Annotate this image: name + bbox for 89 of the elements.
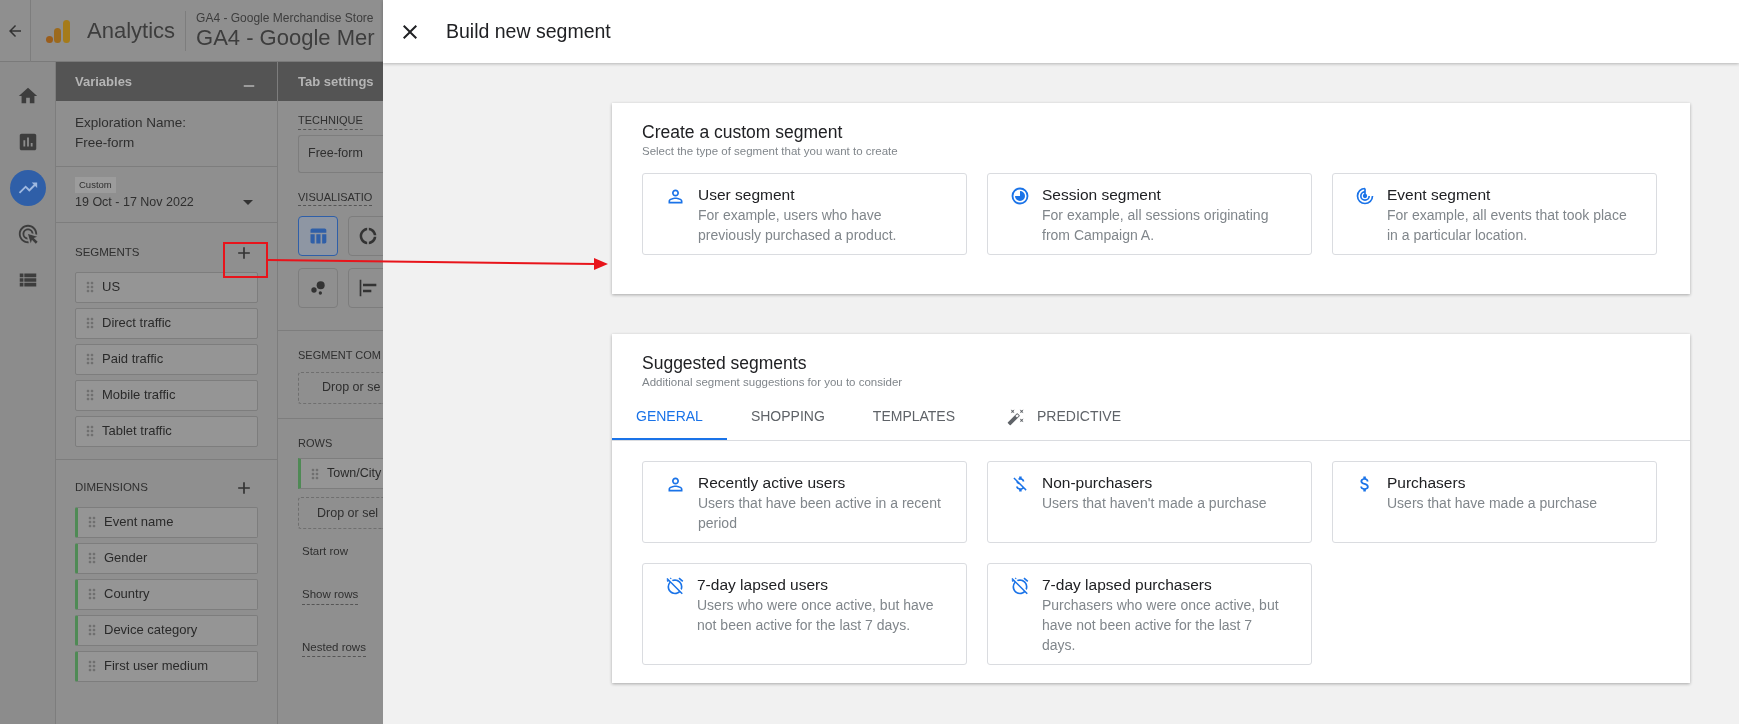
field-label: Exploration Name: [75,114,188,132]
option-description: Users that have been active in a recent period [698,493,942,533]
account-name[interactable]: GA4 - Google Merchandise Store [196,12,375,24]
option-title: Recently active users [698,472,847,493]
chip-label: Gender [104,549,148,568]
target-icon [1355,186,1375,207]
section-heading: ROWS [298,435,334,451]
option-title: Event segment [1387,185,1492,206]
card-title: Create a custom segment [642,121,844,143]
variable-chip[interactable]: US [75,271,258,303]
segment-option-card[interactable]: Session segment For example, all sessions originating from Campaign A. [987,173,1312,256]
variable-chip[interactable]: Gender [75,542,258,574]
segment-option-card[interactable]: Non-purchasers Users that haven't made a purchase [987,460,1312,543]
chip-label: Event name [104,513,174,532]
logo-icon [45,17,71,44]
variable-chip[interactable]: Mobile traffic [75,379,258,411]
chip-label: US [102,278,121,297]
donut-chart-icon [358,226,378,246]
option-title: 7-day lapsed users [697,574,829,595]
variable-chip[interactable]: Paid traffic [75,343,258,375]
nav-rail-item[interactable] [9,170,46,206]
segment-option-card[interactable]: 7-day lapsed purchasers Purchasers who were once active, but have not been active for the last 7 days. [987,562,1312,665]
product-name: Analytics [87,17,176,45]
scatter-chart-icon [308,278,328,298]
option-description: Users that have made a purchase [1387,493,1598,513]
property-name[interactable]: GA4 - Google Mer [196,27,375,49]
option-title: Non-purchasers [1042,472,1154,493]
setting-label: Nested rows [302,638,366,657]
chip-label: Mobile traffic [102,386,176,405]
segment-tab[interactable]: PREDICTIVE [983,395,1146,440]
setting-label: Start row [302,544,348,559]
option-title: 7-day lapsed purchasers [1042,574,1213,595]
segment-option-card[interactable]: Event segment For example, all events that took place in a particular location. [1332,173,1657,256]
chip-label: Direct traffic [102,314,172,333]
caret-icon [243,199,253,205]
option-description: For example, all events that took place in a particular location. [1387,206,1628,246]
exploration-name[interactable]: Free-form [75,133,258,154]
variable-chip[interactable]: Event name [75,506,258,538]
option-description: For example, users who have previously purchased a product. [698,206,898,246]
segment-tab[interactable]: TEMPLATES [848,395,980,440]
visualisation-button[interactable] [298,216,338,256]
segment-option-card[interactable]: 7-day lapsed users Users who were once active, but have not been active for the last 7 days. [642,562,967,665]
section-heading: DIMENSIONS [75,479,148,495]
chip-label: Country [104,585,150,604]
variable-chip[interactable]: Town/City [298,458,383,489]
variable-chip[interactable]: Direct traffic [75,307,258,339]
crossed-alarm-icon [1010,575,1030,596]
panel-title: Variables [75,72,133,91]
section-heading: SEGMENT COM [298,348,382,363]
option-description: Users that haven't made a purchase [1042,493,1267,513]
option-title: Purchasers [1387,472,1467,493]
option-description: Users who were once active, but have not been active for the last 7 days. [697,595,935,635]
dialog-title: Build new segment [446,18,611,44]
date-range-picker[interactable]: 19 Oct - 17 Nov 2022 [75,192,258,212]
segment-option-card[interactable]: Recently active users Users that have been active in a recent period [642,460,967,543]
option-title: User segment [698,185,796,206]
panel-title: Tab settings [298,72,374,91]
option-description: For example, all sessions originating from Campaign A. [1042,206,1270,246]
segment-tab[interactable]: GENERAL [612,395,727,440]
section-heading: VISUALISATIO [298,188,373,206]
variable-chip[interactable]: First user medium [75,650,258,682]
card-subtitle: Additional segment suggestions for you to consider [642,375,904,391]
chip-label: First user medium [104,657,209,676]
section-heading: TECHNIQUE [298,112,363,130]
magic-wand-icon [1007,407,1026,426]
advertising-icon [16,223,39,245]
section-heading: SEGMENTS [75,244,140,260]
setting-label: Show rows [302,586,359,605]
highlight-frame [223,242,268,278]
segment-tab[interactable]: SHOPPING [726,395,849,440]
card-title: Suggested segments [642,352,808,375]
table-chart-icon [308,226,328,246]
chip-label: Tablet traffic [102,422,172,441]
chip-label: Town/City [327,465,382,483]
bar-chart-icon [358,278,378,298]
chip-label: Device category [104,621,198,640]
variable-chip[interactable]: Tablet traffic [75,415,258,447]
variable-chip[interactable]: Device category [75,614,258,646]
option-description: Purchasers who were once active, but have not been active for the last 7 days. [1042,595,1280,655]
visualisation-button[interactable] [298,268,338,308]
date-badge: Custom [75,176,116,193]
variable-chip[interactable]: Country [75,578,258,610]
pie-clock-icon [1010,186,1030,207]
crossed-alarm-icon [665,575,685,596]
card-subtitle: Select the type of segment that you want to create [642,144,899,159]
option-title: Session segment [1042,185,1162,206]
chip-label: Paid traffic [102,350,164,369]
segment-option-card[interactable]: User segment For example, users who have previously purchased a product. [642,173,967,256]
segment-option-card[interactable]: Purchasers Users that have made a purchase [1332,460,1657,543]
